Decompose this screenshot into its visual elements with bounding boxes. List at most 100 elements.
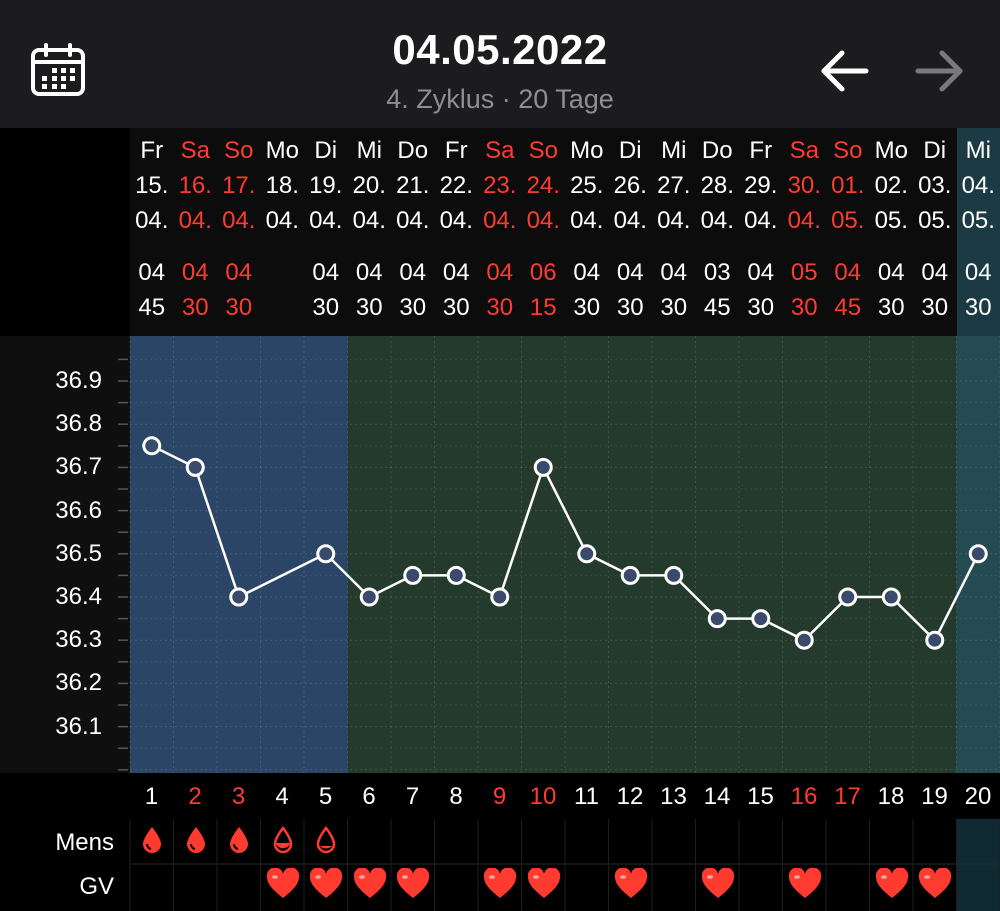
date-wd: Di — [923, 137, 947, 164]
date-d: 20. — [352, 172, 386, 199]
date-column[interactable]: Do 28. 04. 03 45 — [696, 128, 740, 336]
date-hh: 06 — [529, 259, 557, 286]
date-hh: 04 — [486, 259, 514, 286]
cycle-day-number: 12 — [616, 783, 644, 810]
date-hh: 04 — [399, 259, 427, 286]
cycle-day-number: 6 — [362, 783, 376, 810]
date-hh: 04 — [616, 259, 644, 286]
date-column[interactable]: Sa 16. 04. 04 30 — [174, 128, 218, 336]
date-m: 04. — [309, 207, 343, 234]
temperature-point — [316, 544, 336, 564]
date-wd: Sa — [180, 137, 210, 164]
temperature-point — [881, 587, 901, 607]
date-column[interactable]: Mo 18. 04. — [261, 128, 305, 336]
date-wd: Fr — [140, 137, 164, 164]
date-hh: 04 — [747, 259, 775, 286]
prev-button[interactable] — [816, 46, 870, 96]
date-hh: 04 — [877, 259, 905, 286]
date-column[interactable]: Di 03. 05. 04 30 — [913, 128, 957, 336]
date-mm: 30 — [921, 294, 949, 321]
temperature-point — [185, 457, 205, 477]
date-d: 03. — [918, 172, 952, 199]
date-m: 04. — [135, 207, 169, 234]
temperature-point — [620, 565, 640, 585]
date-column[interactable]: Fr 22. 04. 04 30 — [435, 128, 479, 336]
date-wd: Sa — [485, 137, 515, 164]
cycle-day-number: 14 — [703, 783, 731, 810]
date-column[interactable]: Di 19. 04. 04 30 — [304, 128, 348, 336]
temperature-point — [403, 565, 423, 585]
temperature-point — [229, 587, 249, 607]
date-d: 16. — [178, 172, 212, 199]
date-m: 05. — [918, 207, 952, 234]
date-d: 30. — [787, 172, 821, 199]
date-column[interactable]: Mi 20. 04. 04 30 — [348, 128, 392, 336]
cycle-day-number: 9 — [492, 783, 507, 810]
date-m: 04. — [178, 207, 212, 234]
date-mm: 30 — [660, 294, 688, 321]
date-column[interactable]: Sa 30. 04. 05 30 — [783, 128, 827, 336]
cycle-day-number: 4 — [275, 783, 289, 810]
header-bar: 04.05.2022 4. Zyklus · 20 Tage — [0, 0, 1000, 128]
date-hh: 04 — [355, 259, 383, 286]
date-m: 04. — [744, 207, 778, 234]
date-wd: Di — [618, 137, 642, 164]
temperature-point — [577, 544, 597, 564]
current-day-column — [956, 819, 1000, 911]
date-column[interactable]: Di 26. 04. 04 30 — [609, 128, 653, 336]
date-mm: 45 — [138, 294, 166, 321]
date-column[interactable]: Fr 29. 04. 04 30 — [739, 128, 783, 336]
cycle-day-number: 16 — [790, 783, 818, 810]
date-column[interactable]: Mo 02. 05. 04 30 — [870, 128, 914, 336]
date-mm: 30 — [964, 294, 992, 321]
date-m: 04. — [222, 207, 256, 234]
temperature-point — [794, 630, 814, 650]
date-wd: Mi — [661, 137, 687, 164]
next-button[interactable] — [914, 46, 968, 96]
date-column[interactable]: Fr 15. 04. 04 45 — [130, 128, 174, 336]
date-mm: 30 — [790, 294, 818, 321]
date-column[interactable]: So 17. 04. 04 30 — [217, 128, 261, 336]
date-d: 04. — [961, 172, 995, 199]
date-hh: 04 — [225, 259, 253, 286]
date-column[interactable]: Sa 23. 04. 04 30 — [478, 128, 522, 336]
date-d: 25. — [570, 172, 604, 199]
date-column[interactable]: So 24. 04. 06 15 — [522, 128, 566, 336]
date-d: 01. — [831, 172, 865, 199]
date-mm: 30 — [442, 294, 470, 321]
date-mm: 30 — [486, 294, 514, 321]
date-hh: 04 — [834, 259, 862, 286]
date-m: 04. — [787, 207, 821, 234]
date-column[interactable]: Mi 04. 05. 04 30 — [956, 128, 1000, 336]
date-hh: 04 — [573, 259, 601, 286]
date-mm: 30 — [747, 294, 775, 321]
date-hh: 04 — [312, 259, 340, 286]
date-d: 27. — [657, 172, 691, 199]
date-column[interactable]: Mo 25. 04. 04 30 — [565, 128, 609, 336]
date-d: 18. — [265, 172, 299, 199]
date-wd: Di — [314, 137, 338, 164]
temperature-point — [142, 436, 162, 456]
date-m: 04. — [526, 207, 560, 234]
temperature-point — [707, 609, 727, 629]
temperature-point — [664, 565, 684, 585]
date-wd: Mo — [265, 137, 299, 164]
date-hh: 04 — [138, 259, 166, 286]
date-column[interactable]: Mi 27. 04. 04 30 — [652, 128, 696, 336]
cycle-day-number: 10 — [529, 783, 557, 810]
date-column[interactable]: So 01. 05. 04 45 — [826, 128, 870, 336]
date-m: 05. — [831, 207, 865, 234]
temperature-point — [968, 544, 988, 564]
date-hh: 04 — [442, 259, 470, 286]
date-wd: So — [224, 137, 254, 164]
date-hh: 04 — [921, 259, 949, 286]
date-d: 02. — [874, 172, 908, 199]
date-d: 29. — [744, 172, 778, 199]
date-mm: 30 — [616, 294, 644, 321]
date-mm: 30 — [225, 294, 253, 321]
cycle-day-number: 17 — [834, 783, 861, 810]
date-column[interactable]: Do 21. 04. 04 30 — [391, 128, 435, 336]
date-mm: 30 — [877, 294, 905, 321]
date-wd: Do — [701, 137, 733, 164]
arrow-right-icon — [915, 50, 963, 92]
